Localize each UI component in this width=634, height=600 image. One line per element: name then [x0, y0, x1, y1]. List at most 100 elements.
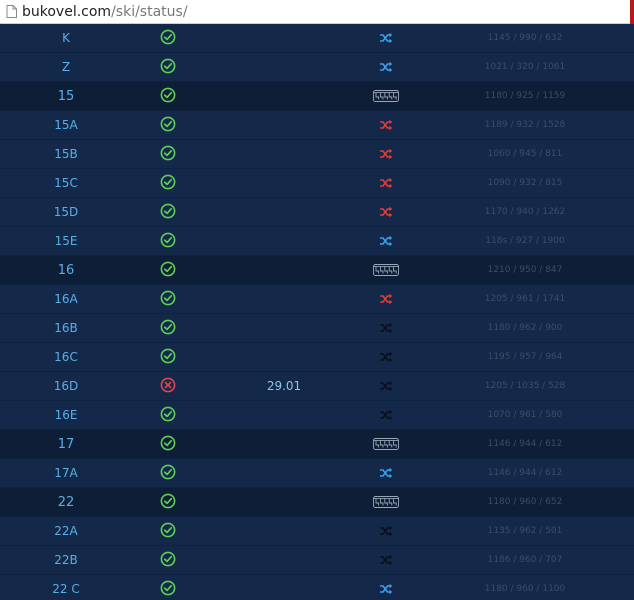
trail-difficulty-black-icon	[372, 349, 400, 365]
table-row: 17A 1146 / 944 / 612	[0, 459, 634, 487]
trail-name: 22 C	[52, 582, 80, 596]
open-check-icon	[160, 348, 178, 366]
table-row: 16E 1070 / 961 / 580	[0, 401, 634, 429]
elevation-info: 1146 / 944 / 612	[487, 439, 563, 449]
url-path[interactable]: /ski/status/	[111, 4, 187, 20]
trail-difficulty-red-icon	[372, 117, 400, 133]
open-check-icon	[160, 174, 178, 192]
elevation-info: 1021 / 320 / 1061	[484, 62, 566, 72]
open-check-icon	[160, 145, 178, 163]
open-check-icon	[160, 290, 178, 308]
elevation-info: 1060 / 945 / 811	[487, 149, 563, 159]
table-row: 15D 1170 / 940 / 1262	[0, 198, 634, 226]
open-check-icon	[160, 29, 178, 47]
elevation-info: 1146 / 944 / 612	[487, 468, 563, 478]
trail-difficulty-red-icon	[372, 204, 400, 220]
open-check-icon	[160, 580, 178, 598]
elevation-info: 1070 / 961 / 580	[487, 410, 563, 420]
open-check-icon	[160, 435, 178, 453]
table-row: 16 1210 / 950 / 847	[0, 256, 634, 284]
open-check-icon	[160, 261, 178, 279]
trail-difficulty-red-icon	[372, 146, 400, 162]
table-row: 15E 118s / 927 / 1900	[0, 227, 634, 255]
trail-name: 16D	[53, 379, 79, 393]
trail-difficulty-blue-icon	[372, 465, 400, 481]
table-row: 16D 29.01 1205 / 1035 / 528	[0, 372, 634, 400]
elevation-info: 1170 / 940 / 1262	[484, 207, 566, 217]
trail-name: 17A	[54, 466, 78, 480]
open-check-icon	[160, 203, 178, 221]
table-row: 17 1146 / 944 / 612	[0, 430, 634, 458]
trail-name: 22B	[54, 553, 78, 567]
trail-difficulty-red-icon	[372, 175, 400, 191]
table-row: 22B 1186 / 960 / 707	[0, 546, 634, 574]
elevation-info: 1180 / 960 / 652	[487, 497, 563, 507]
trail-name: Z	[61, 60, 71, 74]
closed-cross-icon	[160, 377, 178, 395]
trail-name: 22A	[54, 524, 78, 538]
chairlift-icon	[372, 494, 400, 510]
table-row: 15C 1090 / 932 / 815	[0, 169, 634, 197]
open-check-icon	[160, 87, 178, 105]
elevation-info: 1205 / 961 / 1741	[484, 294, 566, 304]
elevation-info: 1195 / 957 / 964	[487, 352, 563, 362]
elevation-info: 1145 / 990 / 632	[487, 33, 563, 43]
trail-name: 16	[57, 262, 75, 278]
chairlift-icon	[372, 262, 400, 278]
open-check-icon	[160, 116, 178, 134]
elevation-info: 1135 / 962 / 501	[487, 526, 563, 536]
trail-name: 22	[57, 494, 75, 510]
status-table: K 1145 / 990 / 632 Z 1021 / 320 / 1061 15 118…	[0, 24, 634, 600]
open-check-icon	[160, 493, 178, 511]
trail-difficulty-black-icon	[372, 320, 400, 336]
trail-name: 15E	[54, 234, 78, 248]
elevation-info: 1180 / 962 / 900	[487, 323, 563, 333]
window-edge	[630, 0, 634, 24]
trail-name: 16A	[54, 292, 78, 306]
open-check-icon	[160, 464, 178, 482]
trail-difficulty-black-icon	[372, 523, 400, 539]
closed-date: 29.01	[266, 379, 302, 393]
table-row: 15B 1060 / 945 / 811	[0, 140, 634, 168]
trail-name: 15	[57, 88, 75, 104]
table-row: Z 1021 / 320 / 1061	[0, 53, 634, 81]
trail-name: K	[62, 31, 70, 45]
trail-name: 15C	[54, 176, 78, 190]
open-check-icon	[160, 406, 178, 424]
table-row: 22 C 1180 / 960 / 1100	[0, 575, 634, 600]
trail-difficulty-blue-icon	[372, 59, 400, 75]
trail-name: 16B	[54, 321, 78, 335]
table-row: 22 1180 / 960 / 652	[0, 488, 634, 516]
elevation-info: 1189 / 932 / 1528	[484, 120, 566, 130]
trail-name: 15A	[54, 118, 78, 132]
trail-name: 15B	[54, 147, 78, 161]
trail-difficulty-black-icon	[372, 407, 400, 423]
open-check-icon	[160, 232, 178, 250]
page-icon	[6, 5, 17, 18]
trail-difficulty-blue-icon	[372, 233, 400, 249]
chairlift-icon	[372, 436, 400, 452]
elevation-info: 1205 / 1035 / 528	[484, 381, 566, 391]
open-check-icon	[160, 551, 178, 569]
trail-name: 16C	[54, 350, 78, 364]
elevation-info: 1180 / 960 / 1100	[484, 584, 566, 594]
chairlift-icon	[372, 88, 400, 104]
elevation-info: 1186 / 960 / 707	[487, 555, 563, 565]
open-check-icon	[160, 58, 178, 76]
table-row: K 1145 / 990 / 632	[0, 24, 634, 52]
address-bar[interactable]: bukovel.com/ski/status/	[0, 0, 634, 24]
trail-name: 16E	[54, 408, 78, 422]
table-row: 22A 1135 / 962 / 501	[0, 517, 634, 545]
open-check-icon	[160, 319, 178, 337]
table-row: 16A 1205 / 961 / 1741	[0, 285, 634, 313]
elevation-info: 1180 / 925 / 1159	[484, 91, 566, 101]
trail-name: 17	[57, 436, 75, 452]
url-host[interactable]: bukovel.com	[22, 4, 111, 20]
table-row: 16C 1195 / 957 / 964	[0, 343, 634, 371]
trail-difficulty-red-icon	[372, 291, 400, 307]
elevation-info: 1090 / 932 / 815	[487, 178, 563, 188]
table-row: 16B 1180 / 962 / 900	[0, 314, 634, 342]
elevation-info: 118s / 927 / 1900	[485, 236, 565, 246]
trail-difficulty-black-icon	[372, 552, 400, 568]
elevation-info: 1210 / 950 / 847	[487, 265, 563, 275]
